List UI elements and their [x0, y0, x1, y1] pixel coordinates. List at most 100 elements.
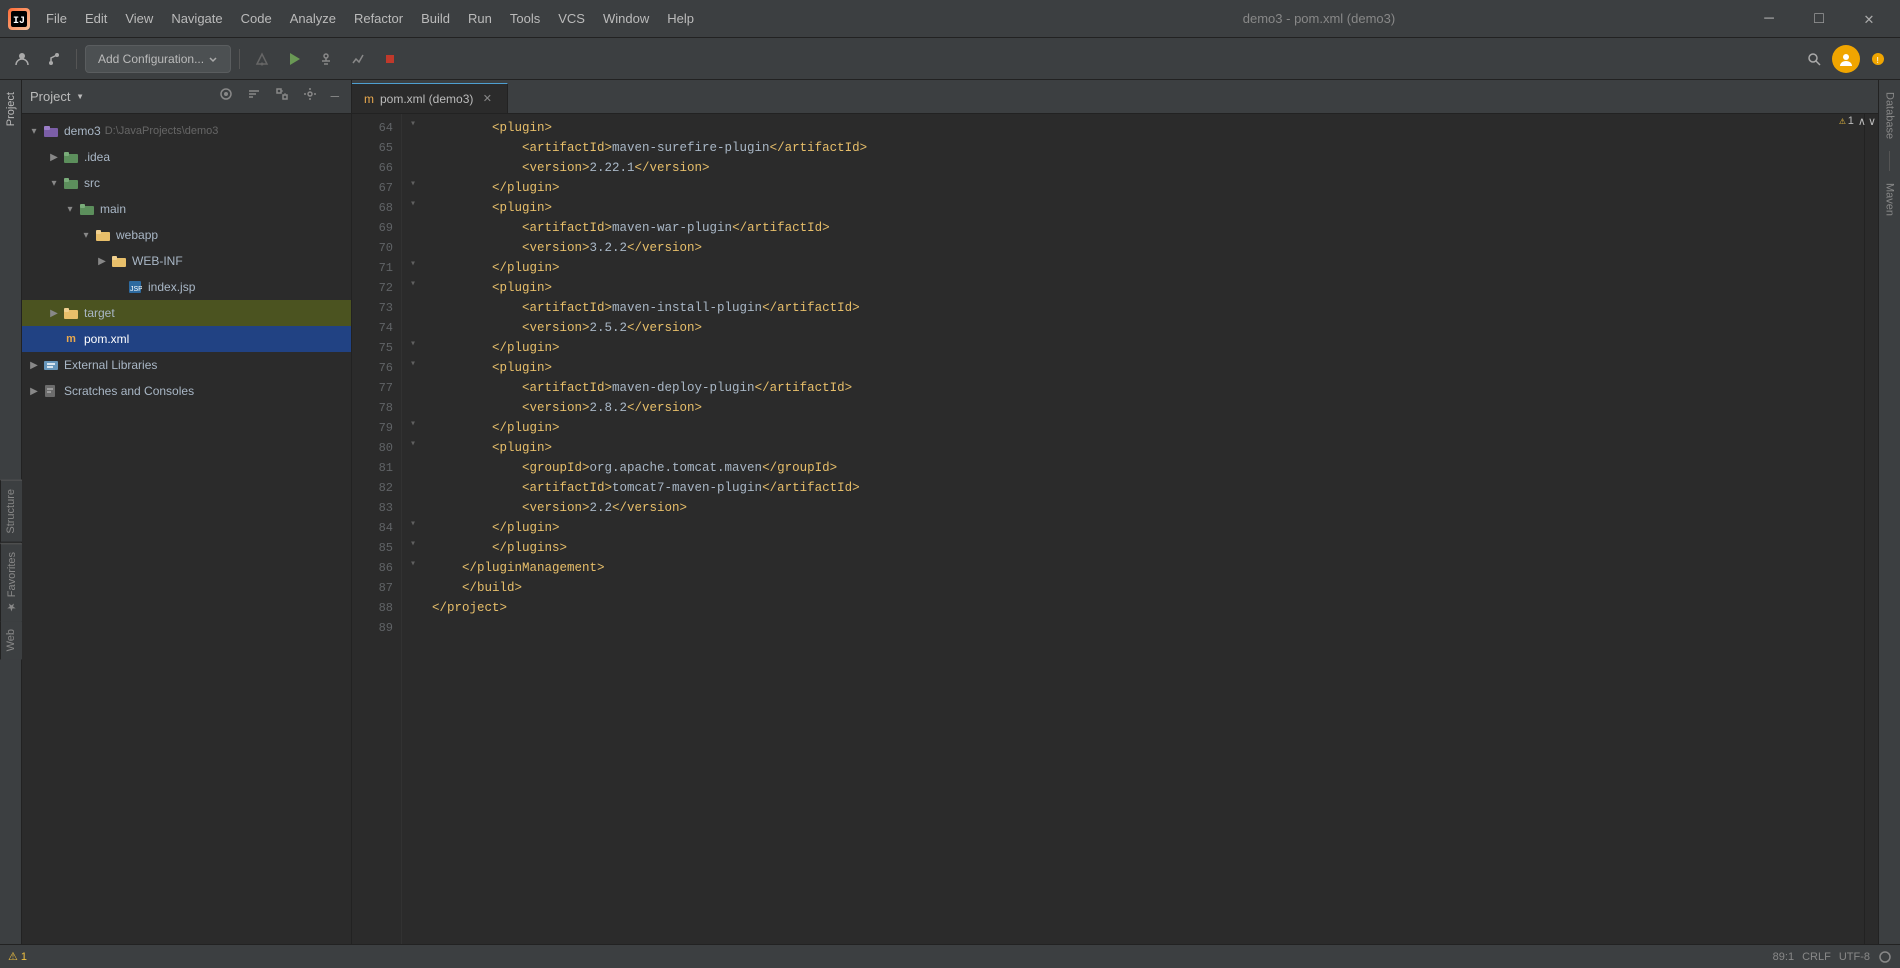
gutter-88	[402, 594, 424, 614]
build-button[interactable]	[248, 45, 276, 73]
fold-icon-64[interactable]: ▾	[402, 114, 424, 134]
fold-icon-85[interactable]: ▾	[402, 534, 424, 554]
fold-icon-72[interactable]: ▾	[402, 274, 424, 294]
tree-item-main[interactable]: ▾ main	[22, 196, 351, 222]
tree-root[interactable]: ▾ demo3 D:\JavaProjects\demo3	[22, 118, 351, 144]
fold-icon-67[interactable]: ▾	[402, 174, 424, 194]
scratches-arrow: ▶	[26, 383, 42, 399]
tree-item-extlibs[interactable]: ▶ External Libraries	[22, 352, 351, 378]
gutter-87	[402, 574, 424, 594]
menu-window[interactable]: Window	[595, 7, 657, 30]
user-avatar[interactable]	[1832, 45, 1860, 73]
line-num: 72	[352, 278, 393, 298]
menu-vcs[interactable]: VCS	[550, 7, 593, 30]
structure-tab[interactable]: Structure	[0, 480, 22, 543]
tree-item-src[interactable]: ▾ src	[22, 170, 351, 196]
menu-edit[interactable]: Edit	[77, 7, 115, 30]
tree-webinf-label: WEB-INF	[132, 254, 183, 268]
tree-item-scratches[interactable]: ▶ Scratches and Consoles	[22, 378, 351, 404]
tab-close-button[interactable]: ✕	[479, 91, 495, 107]
code-line-69: <artifactId>maven-war-plugin</artifactId…	[424, 218, 1864, 238]
line-num: 78	[352, 398, 393, 418]
tree-extlibs-label: External Libraries	[64, 358, 157, 372]
code-line-72: <plugin>	[424, 278, 1864, 298]
warning-up-arrow[interactable]: ∧	[1858, 115, 1866, 128]
menu-navigate[interactable]: Navigate	[163, 7, 230, 30]
fold-icon-68[interactable]: ▾	[402, 194, 424, 214]
fold-icon-76[interactable]: ▾	[402, 354, 424, 374]
tree-item-target[interactable]: ▶ target	[22, 300, 351, 326]
notifications-button[interactable]: !	[1864, 45, 1892, 73]
status-encoding[interactable]: UTF-8	[1839, 951, 1870, 963]
window-controls: ─ □ ✕	[1746, 4, 1892, 34]
tree-item-pomxml[interactable]: ▶ m pom.xml	[22, 326, 351, 352]
line-num: 85	[352, 538, 393, 558]
minimize-button[interactable]: ─	[1746, 4, 1792, 34]
tree-item-webinf[interactable]: ▶ WEB-INF	[22, 248, 351, 274]
warning-down-arrow[interactable]: ∨	[1868, 115, 1876, 128]
tree-item-indexjsp[interactable]: ▶ JSP index.jsp	[22, 274, 351, 300]
minimize-panel-icon[interactable]: —	[327, 87, 343, 107]
menu-run[interactable]: Run	[460, 7, 500, 30]
scratches-icon	[42, 382, 60, 400]
project-tree: ▾ demo3 D:\JavaProjects\demo3 ▶ .idea ▾	[22, 114, 351, 968]
maximize-button[interactable]: □	[1796, 4, 1842, 34]
editor-tab-pomxml[interactable]: m pom.xml (demo3) ✕	[352, 83, 508, 113]
collapse-icon[interactable]	[271, 85, 293, 108]
fold-icon-86[interactable]: ▾	[402, 554, 424, 574]
line-num: 66	[352, 158, 393, 178]
stop-button[interactable]	[376, 45, 404, 73]
menu-file[interactable]: File	[38, 7, 75, 30]
settings-icon[interactable]	[299, 85, 321, 108]
line-num: 77	[352, 378, 393, 398]
pomxml-icon: m	[62, 330, 80, 348]
debug-button[interactable]	[312, 45, 340, 73]
maven-tab[interactable]: Maven	[1882, 175, 1898, 224]
menu-code[interactable]: Code	[233, 7, 280, 30]
web-tab[interactable]: Web	[0, 621, 22, 659]
code-area[interactable]: <plugin> <artifactId>maven-surefire-plug…	[424, 114, 1864, 968]
fold-icon-79[interactable]: ▾	[402, 414, 424, 434]
favorites-tab[interactable]: ★ Favorites	[0, 543, 22, 621]
code-line-88: </project>	[424, 598, 1864, 618]
svg-text:!: !	[1875, 56, 1880, 66]
sort-icon[interactable]	[243, 85, 265, 108]
app-logo: IJ	[8, 8, 30, 30]
code-line-71: </plugin>	[424, 258, 1864, 278]
tree-item-webapp[interactable]: ▾ webapp	[22, 222, 351, 248]
menu-build[interactable]: Build	[413, 7, 458, 30]
run-button[interactable]	[280, 45, 308, 73]
coverage-button[interactable]	[344, 45, 372, 73]
menu-analyze[interactable]: Analyze	[282, 7, 344, 30]
database-tab[interactable]: Database	[1882, 84, 1898, 147]
warning-count-label: 1	[1848, 115, 1854, 127]
project-tab-label[interactable]: Project	[3, 84, 19, 134]
status-position[interactable]: 89:1	[1773, 951, 1794, 963]
svg-text:IJ: IJ	[13, 16, 25, 27]
gutter-74	[402, 314, 424, 334]
project-dropdown[interactable]: ▾	[76, 89, 83, 104]
menu-help[interactable]: Help	[659, 7, 702, 30]
close-button[interactable]: ✕	[1846, 4, 1892, 34]
fold-icon-84[interactable]: ▾	[402, 514, 424, 534]
line-num: 89	[352, 618, 393, 638]
fold-icon-80[interactable]: ▾	[402, 434, 424, 454]
code-line-74: <version>2.5.2</version>	[424, 318, 1864, 338]
add-configuration-button[interactable]: Add Configuration...	[85, 45, 231, 73]
search-everywhere-button[interactable]	[1800, 45, 1828, 73]
code-wrapper[interactable]: <plugin> <artifactId>maven-surefire-plug…	[424, 114, 1878, 968]
git-icon[interactable]	[40, 45, 68, 73]
code-line-76: <plugin>	[424, 358, 1864, 378]
gutter-82	[402, 474, 424, 494]
line-num: 70	[352, 238, 393, 258]
account-button[interactable]	[8, 45, 36, 73]
status-linesep[interactable]: CRLF	[1802, 951, 1831, 963]
fold-icon-75[interactable]: ▾	[402, 334, 424, 354]
menu-tools[interactable]: Tools	[502, 7, 548, 30]
fold-icon-71[interactable]: ▾	[402, 254, 424, 274]
menu-view[interactable]: View	[117, 7, 161, 30]
tree-item-idea[interactable]: ▶ .idea	[22, 144, 351, 170]
line-num: 87	[352, 578, 393, 598]
scope-icon[interactable]	[215, 85, 237, 108]
menu-refactor[interactable]: Refactor	[346, 7, 411, 30]
